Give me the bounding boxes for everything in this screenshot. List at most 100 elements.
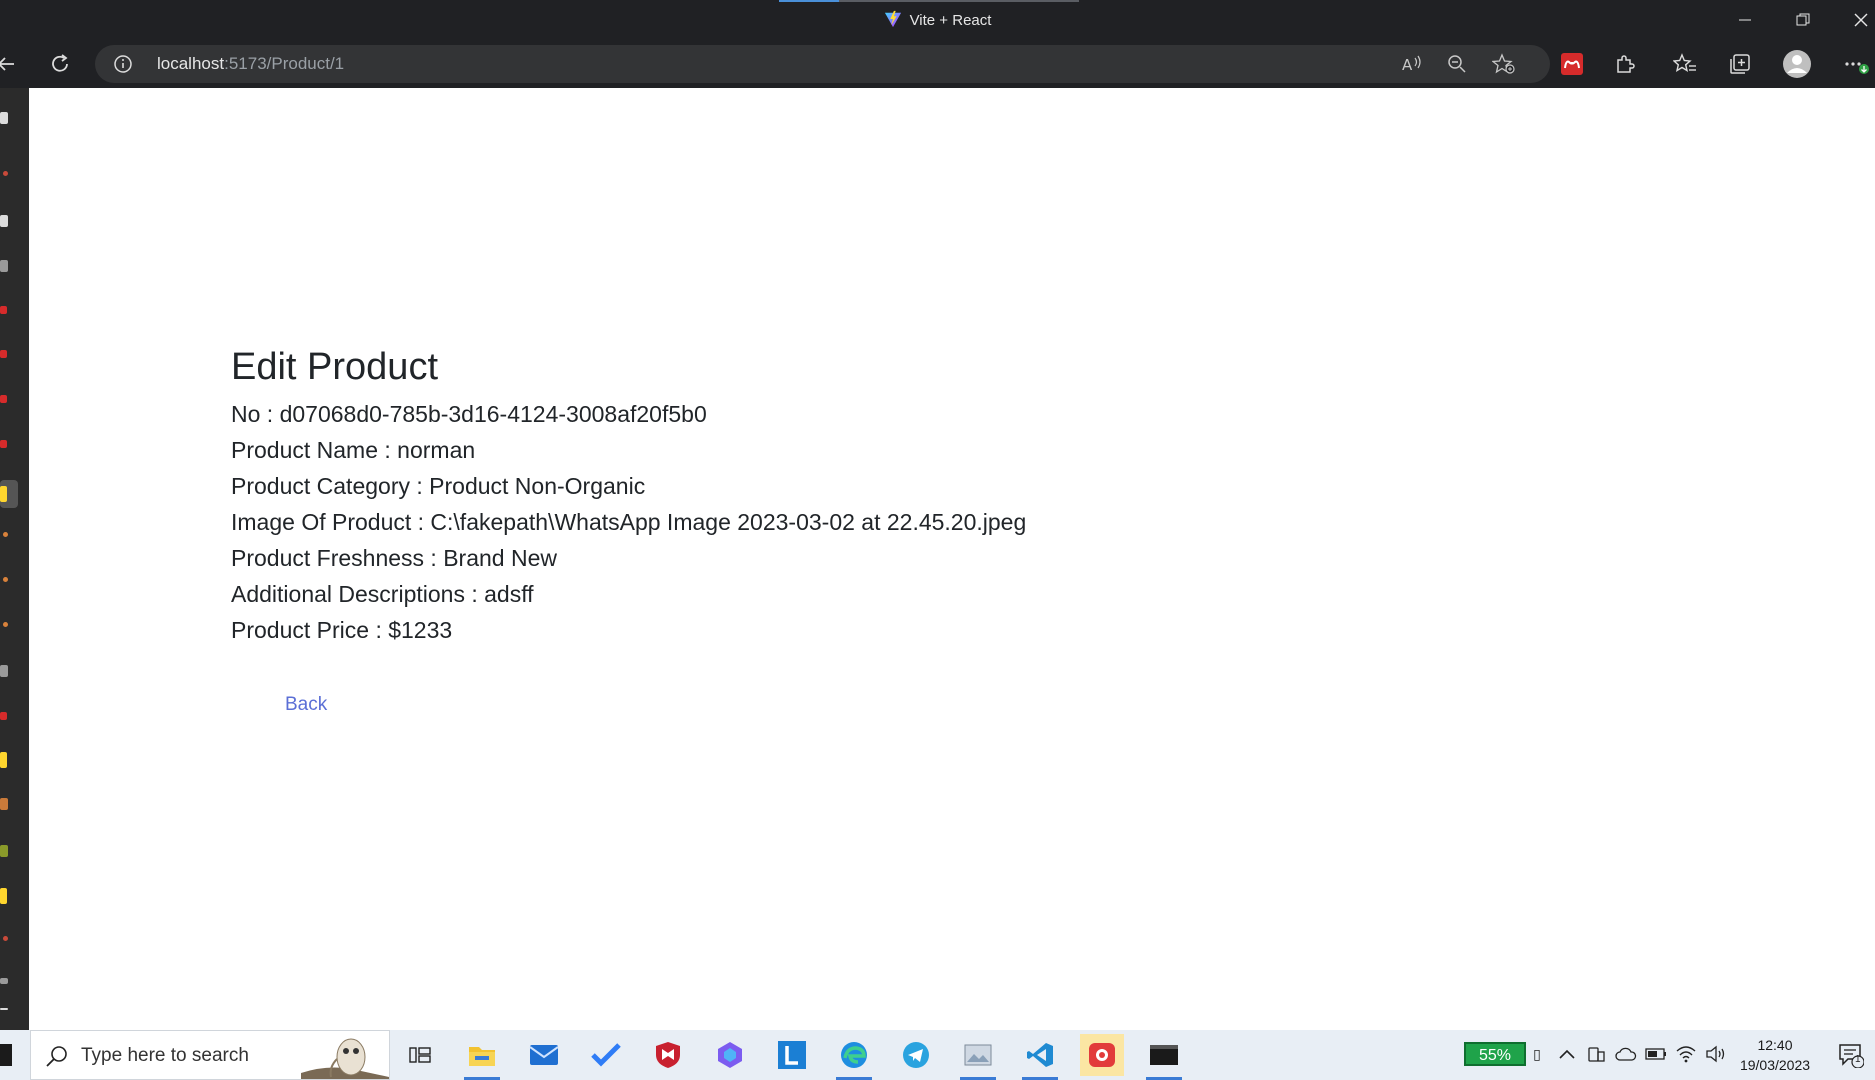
product-description: Additional Descriptions : adsff [231,581,534,607]
taskbar-search[interactable]: Type here to search [30,1030,390,1080]
taskbar-mcafee[interactable] [646,1034,690,1076]
l-letter-icon [778,1041,806,1069]
sidebar-tab-icon[interactable] [0,112,8,124]
vite-tab-icon[interactable] [0,752,7,768]
window-title: Vite + React [0,10,1875,29]
battery-percentage-badge[interactable]: 55% [1464,1042,1526,1066]
taskbar-file-explorer[interactable] [460,1034,504,1080]
browser-toolbar: localhost:5173/Product/1 A [0,40,1875,88]
sidebar-indicator [3,171,8,176]
taskbar-telegram[interactable] [894,1034,938,1076]
sidebar-tab-icon[interactable] [0,665,8,677]
sidebar-tab-icon[interactable] [0,260,8,272]
taskbar-mail[interactable] [522,1034,566,1076]
taskbar-todo[interactable] [584,1034,628,1076]
close-button[interactable] [1838,0,1875,40]
extensions-button[interactable] [1609,48,1641,80]
favorites-button[interactable] [1669,48,1701,80]
mendeley-icon [1561,53,1583,75]
read-aloud-icon: A [1402,55,1421,74]
more-icon [1845,62,1869,74]
volume-button[interactable] [1705,1043,1727,1065]
owl-illustration-icon [301,1038,389,1079]
zoom-out-icon [1448,55,1466,73]
product-freshness: Product Freshness : Brand New [231,545,557,571]
address-bar[interactable]: localhost:5173/Product/1 A [95,45,1550,83]
sidebar-tab-icon[interactable] [0,350,7,358]
sidebar-indicator [3,532,8,537]
sidebar-tab-icon[interactable] [0,395,7,403]
edge-icon [841,1042,867,1068]
sidebar-tab-icon[interactable] [0,798,8,810]
sidebar-tab-icon[interactable] [0,845,8,857]
taskbar-terminal[interactable] [1142,1034,1186,1080]
checkmark-icon [591,1043,621,1067]
tab-strip-indicator [779,0,1079,2]
terminal-icon [1150,1045,1178,1065]
restore-button[interactable] [1780,0,1826,40]
settings-more-button[interactable] [1841,48,1873,80]
onedrive-button[interactable] [1615,1043,1637,1065]
vscode-icon [1027,1043,1053,1067]
wifi-icon [1676,1046,1696,1063]
taskbar-vscode[interactable] [1018,1034,1062,1080]
taskbar-l-app[interactable] [770,1034,814,1076]
url-host: localhost [157,54,225,73]
start-button[interactable] [0,1044,12,1066]
battery-cap-icon: ▯ [1533,1045,1541,1062]
wifi-button[interactable] [1675,1043,1697,1065]
hexagon-app-icon [718,1042,742,1068]
extension-mendeley-button[interactable] [1556,48,1588,80]
page-title: Edit Product [231,346,438,388]
sidebar-indicator [3,622,8,627]
star-add-icon [1492,53,1515,74]
info-icon[interactable] [113,54,133,74]
system-clock[interactable]: 12:40 19/03/2023 [1735,1035,1815,1075]
sidebar-tab-icon[interactable] [0,306,7,314]
show-hidden-icons-button[interactable] [1556,1043,1578,1065]
back-link[interactable]: Back [285,694,327,716]
product-category: Product Category : Product Non-Organic [231,473,646,499]
sidebar-tab-icon[interactable] [0,978,8,984]
back-nav-button[interactable] [0,48,22,80]
mail-icon [529,1045,559,1065]
page-viewport: Edit Product No : d07068d0-785b-3d16-412… [29,88,1875,1030]
favorites-icon [1673,53,1696,72]
profile-button[interactable] [1781,48,1813,80]
svg-text:A: A [1402,56,1413,74]
reload-button[interactable] [44,48,76,80]
sidebar-tab-icon[interactable] [0,440,7,448]
taskbar-photos[interactable] [956,1034,1000,1080]
volume-icon [1706,1045,1725,1063]
taskbar-flashpoint[interactable] [1080,1034,1124,1076]
cloud-icon [1615,1047,1637,1061]
tray-device-icon[interactable] [1585,1043,1607,1065]
battery-button[interactable] [1645,1043,1667,1065]
taskbar: Type here to search 55% ▯ 12:40 19/03/20… [0,1030,1875,1080]
notification-center-button[interactable]: 1 [1838,1042,1865,1069]
add-favorite-button[interactable] [1492,52,1516,76]
taskbar-edge[interactable] [832,1034,876,1080]
read-aloud-button[interactable]: A [1400,52,1424,76]
minimize-button[interactable] [1722,0,1768,40]
sidebar-indicator [3,936,8,941]
clock-time: 12:40 [1757,1037,1793,1053]
collections-button[interactable] [1724,48,1756,80]
search-icon [46,1046,67,1067]
puzzle-icon [1617,55,1635,73]
product-price: Product Price : $1233 [231,617,453,643]
taskbar-copilot[interactable] [708,1034,752,1076]
url-text[interactable]: localhost:5173/Product/1 [157,54,344,74]
task-view-icon [409,1047,431,1063]
telegram-icon [903,1042,929,1068]
zoom-out-button[interactable] [1445,52,1469,76]
clock-date: 19/03/2023 [1739,1057,1811,1073]
vite-tab-icon[interactable] [0,888,7,904]
minimize-icon [1739,19,1751,21]
window-title-text: Vite + React [909,12,992,29]
shield-icon [656,1042,680,1068]
sidebar-tab-icon[interactable] [0,215,8,227]
arrow-left-icon [0,57,14,71]
sidebar-tab-icon[interactable] [0,712,7,720]
task-view-button[interactable] [398,1034,442,1076]
